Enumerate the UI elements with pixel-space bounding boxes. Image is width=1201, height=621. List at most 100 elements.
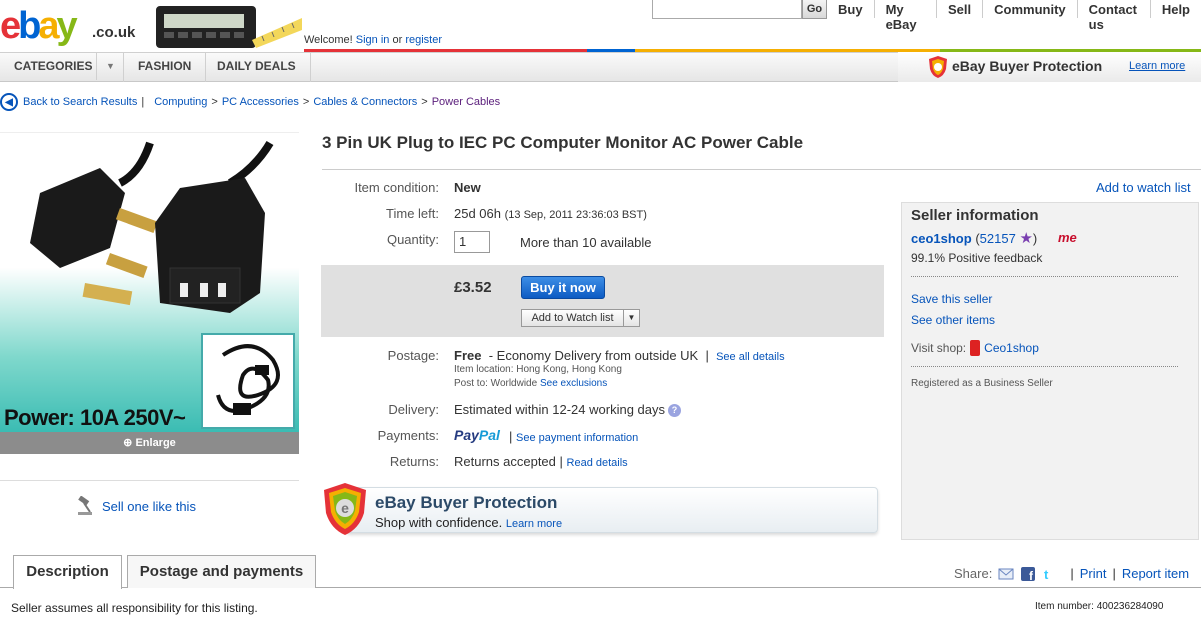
postage-free: Free (454, 348, 482, 363)
delivery-label: Delivery: (388, 402, 439, 417)
see-exclusions-link[interactable]: See exclusions (540, 378, 607, 389)
tab-postage-payments[interactable]: Postage and payments (127, 555, 316, 588)
shop-with-confidence: Shop with confidence. (375, 515, 503, 530)
add-to-watch-list-link[interactable]: Add to watch list (1096, 180, 1191, 195)
payment-info: | See payment information (509, 429, 638, 444)
post-to-text: Post to: Worldwide (454, 378, 538, 389)
add-to-watch-list-button[interactable]: Add to Watch list ▼ (521, 309, 640, 327)
categories-menu[interactable]: CATEGORIES ▼ (0, 52, 124, 82)
postage-value: Free - Economy Delivery from outside UK … (454, 348, 785, 363)
shield-icon: e (324, 483, 366, 535)
postage-desc: - Economy Delivery from outside UK (488, 348, 699, 363)
star-icon[interactable]: ★ (1019, 230, 1032, 247)
read-details-link[interactable]: Read details (567, 457, 628, 469)
quantity-input[interactable]: 1 (454, 231, 490, 253)
promo-calculator-image[interactable] (152, 0, 302, 48)
divider (911, 366, 1178, 367)
enlarge-label: Enlarge (135, 437, 176, 449)
breadcrumb: ◀ Back to Search Results | Computing > P… (0, 93, 500, 111)
sell-one-like-this-link[interactable]: Sell one like this (102, 499, 196, 514)
share-label: Share: (954, 566, 993, 581)
welcome-text: Welcome! Sign in or register (304, 34, 442, 46)
buyer-protection-subtitle: Shop with confidence. Learn more (375, 515, 562, 530)
positive-feedback: 99.1% Positive feedback (911, 251, 1043, 265)
item-title: 3 Pin UK Plug to IEC PC Computer Monitor… (322, 133, 804, 152)
delivery-value: Estimated within 12-24 working days? (454, 402, 681, 418)
divider (0, 480, 299, 481)
time-left-label: Time left: (386, 206, 439, 221)
email-icon[interactable] (998, 567, 1014, 581)
buyer-protection-banner: e eBay Buyer Protection Shop with confid… (321, 481, 879, 537)
crumb-pc-accessories[interactable]: PC Accessories (222, 96, 299, 108)
nav-sell[interactable]: Sell (936, 0, 982, 18)
crumb-sep: > (302, 96, 310, 108)
crumb-sep: > (421, 96, 428, 108)
condition-label: Item condition: (354, 180, 439, 195)
back-arrow-icon[interactable]: ◀ (0, 93, 18, 111)
buyer-protection-title: eBay Buyer Protection (952, 58, 1103, 74)
see-payment-info-link[interactable]: See payment information (516, 432, 638, 444)
separator: | (509, 429, 516, 444)
crumb-computing[interactable]: Computing (154, 96, 207, 108)
see-other-items-link[interactable]: See other items (911, 313, 995, 327)
crumb-sep: > (211, 96, 218, 108)
svg-text:e: e (341, 500, 349, 516)
quantity-label: Quantity: (386, 232, 439, 247)
nav-contact-us[interactable]: Contact us (1076, 0, 1150, 32)
separator: | (141, 96, 145, 108)
twitter-icon[interactable]: t (1042, 567, 1058, 581)
back-to-search-link[interactable]: Back to Search Results (23, 96, 137, 108)
crumb-power-cables[interactable]: Power Cables (432, 96, 500, 108)
tab-description[interactable]: Description (13, 555, 122, 589)
print-link[interactable]: Print (1080, 566, 1107, 581)
report-item-link[interactable]: Report item (1122, 566, 1189, 581)
item-number: Item number: 400236284090 (1035, 601, 1164, 612)
fashion-link[interactable]: FASHION (124, 52, 207, 82)
learn-more-link[interactable]: Learn more (506, 518, 562, 530)
divider (911, 276, 1178, 277)
post-to: Post to: Worldwide See exclusions (454, 378, 607, 389)
separator: | (1070, 566, 1074, 581)
register-link[interactable]: register (405, 34, 442, 46)
logo-suffix: .co.uk (92, 24, 136, 41)
feedback-score-link[interactable]: 52157 (980, 231, 1016, 246)
chevron-down-icon[interactable]: ▼ (623, 310, 639, 326)
paypal-logo: PayPal (454, 427, 500, 443)
go-button[interactable]: Go (802, 0, 827, 19)
top-nav: Buy My eBay Sell Community Contact us He… (827, 0, 1201, 32)
sign-in-link[interactable]: Sign in (356, 34, 390, 46)
product-thumbnail[interactable] (201, 333, 295, 429)
search-input[interactable] (652, 0, 802, 19)
help-icon[interactable]: ? (668, 404, 681, 418)
add-to-watch-label: Add to Watch list (531, 312, 614, 324)
shop-icon (970, 340, 981, 356)
buy-it-now-button[interactable]: Buy it now (521, 276, 605, 299)
see-all-details-link[interactable]: See all details (716, 351, 785, 363)
nav-community[interactable]: Community (982, 0, 1077, 18)
seller-responsibility: Seller assumes all responsibility for th… (11, 601, 258, 615)
shop-link[interactable]: Ceo1shop (984, 341, 1039, 355)
paypal-pal: Pal (478, 427, 500, 443)
returns-value: Returns accepted | Read details (454, 454, 628, 469)
paypal-pay: Pay (454, 427, 479, 443)
nav-help[interactable]: Help (1149, 0, 1201, 18)
visit-shop-label: Visit shop: (911, 341, 967, 355)
nav-buy[interactable]: Buy (827, 0, 874, 18)
buyer-protection-header: eBay Buyer Protection Learn more (898, 52, 1201, 82)
enlarge-button[interactable]: ⊕ Enlarge (0, 432, 299, 454)
nav-my-ebay[interactable]: My eBay (873, 0, 936, 32)
crumb-cables-connectors[interactable]: Cables & Connectors (313, 96, 417, 108)
image-caption: Power: 10A 250V~ (4, 405, 186, 430)
separator: | (1112, 566, 1116, 581)
seller-name-row: ceo1shop (52157 ★) (911, 229, 1037, 247)
seller-name-link[interactable]: ceo1shop (911, 231, 972, 246)
separator: | (701, 348, 713, 363)
postage-label: Postage: (387, 348, 439, 363)
sell-one-like-this[interactable]: Sell one like this (76, 496, 196, 516)
facebook-icon[interactable]: f (1020, 566, 1036, 581)
daily-deals-link[interactable]: DAILY DEALS (203, 52, 311, 82)
save-seller-link[interactable]: Save this seller (911, 292, 992, 306)
svg-text:ebay: ebay (0, 5, 78, 47)
me-badge-icon[interactable]: me (1058, 230, 1077, 245)
learn-more-link[interactable]: Learn more (1129, 60, 1185, 72)
